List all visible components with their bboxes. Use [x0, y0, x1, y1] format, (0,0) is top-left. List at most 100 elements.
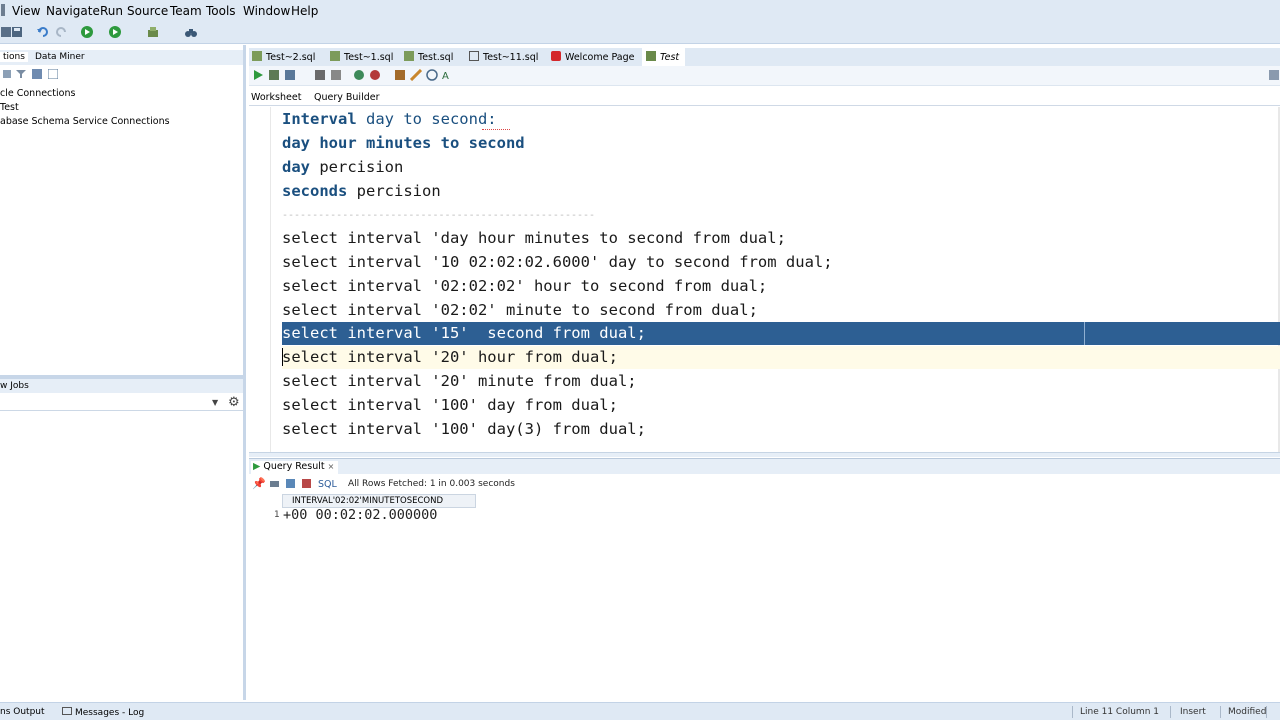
chevron-down-icon[interactable]: ▼	[212, 398, 218, 407]
history-icon[interactable]	[426, 69, 438, 81]
code-line[interactable]: select interval '10 02:02:02.6000' day t…	[282, 251, 833, 274]
code-line-current[interactable]: select interval '20' hour from dual;	[282, 346, 618, 369]
refresh-icon[interactable]	[285, 478, 296, 489]
tab-test-1-sql[interactable]: Test~1.sql	[330, 51, 393, 63]
tab-label: Messages - Log	[75, 708, 145, 718]
code-line[interactable]: select interval '100' day(3) from dual;	[282, 418, 646, 441]
tab-welcome-page[interactable]: Welcome Page	[551, 51, 634, 63]
spell-check-underline	[482, 128, 510, 130]
tab-query-result[interactable]: ▶ Query Result ×	[251, 461, 339, 475]
tree-schema-service-connections[interactable]: abase Schema Service Connections	[0, 116, 170, 127]
code-line[interactable]: select interval 'day hour minutes to sec…	[282, 227, 786, 250]
menu-navigate[interactable]: Navigate	[46, 4, 100, 18]
code-line[interactable]: Interval day to second:	[282, 108, 497, 131]
tab-test-2-sql[interactable]: Test~2.sql	[252, 51, 315, 63]
back-icon[interactable]	[80, 25, 94, 39]
menu-tools[interactable]: Tools	[206, 4, 236, 18]
tree-test-connection[interactable]: Test	[0, 102, 19, 113]
commit-icon[interactable]	[353, 69, 365, 81]
binoculars-icon[interactable]	[184, 25, 198, 39]
undo-icon[interactable]	[36, 25, 50, 39]
sql-file-icon	[330, 51, 340, 61]
menu-team[interactable]: Team	[170, 4, 202, 18]
connections-panel	[0, 45, 246, 700]
tab-connections[interactable]: tions	[0, 52, 28, 62]
redo-icon[interactable]	[54, 25, 68, 39]
collapse-icon[interactable]	[48, 69, 58, 79]
tab-test-11-sql[interactable]: Test~11.sql	[469, 51, 538, 63]
close-icon[interactable]: ×	[328, 462, 335, 471]
menu-window[interactable]: Window	[243, 4, 290, 18]
grid-cell-value[interactable]: +00 00:02:02.000000	[283, 507, 437, 523]
code-line[interactable]: ----------------------------------------…	[282, 204, 595, 227]
explain-plan-icon[interactable]	[314, 69, 326, 81]
tab-label: Test~2.sql	[266, 52, 316, 63]
code-keyword: day	[282, 158, 310, 176]
unshared-sql-icon[interactable]	[394, 69, 406, 81]
print-icon[interactable]	[269, 478, 280, 489]
tab-label: Welcome Page	[565, 52, 635, 63]
tab-query-builder[interactable]: Query Builder	[314, 92, 380, 103]
pin-icon[interactable]: 📌	[252, 477, 266, 490]
insert-mode: Insert	[1180, 707, 1206, 717]
code-line[interactable]: day percision	[282, 156, 403, 179]
worksheet-tabs: Worksheet Query Builder	[249, 88, 1280, 106]
jobs-filter[interactable]: ▼ ⚙	[0, 395, 243, 411]
sql-file-icon	[404, 51, 414, 61]
modified-state: Modified	[1228, 707, 1267, 717]
database-tools-icon[interactable]	[146, 25, 160, 39]
status-separator	[1170, 706, 1171, 718]
code-line[interactable]: select interval '20' minute from dual;	[282, 370, 637, 393]
autotrace-icon[interactable]	[284, 69, 296, 81]
tab-data-miner[interactable]: Data Miner	[35, 52, 85, 62]
status-separator	[1220, 706, 1221, 718]
code-line-selected[interactable]: select interval '15' second from dual;	[282, 322, 646, 345]
grid-column-header[interactable]: INTERVAL'02:02'MINUTETOSECOND	[282, 494, 476, 508]
code-line[interactable]: select interval '02:02' minute to second…	[282, 299, 758, 322]
sql-link[interactable]: SQL	[318, 479, 337, 490]
tab-worksheet[interactable]: Worksheet	[251, 92, 301, 103]
svg-text:A: A	[442, 71, 449, 81]
refresh-icon[interactable]	[2, 69, 12, 79]
row-number: 1	[274, 510, 280, 520]
code-line[interactable]: select interval '100' day from dual;	[282, 394, 618, 417]
menu-edge	[1, 4, 5, 16]
run-statement-icon[interactable]	[252, 69, 264, 81]
sql-tuning-icon[interactable]	[330, 69, 342, 81]
tab-label: Test~11.sql	[483, 52, 539, 63]
menu-bar: View Navigate Run Source Team Tools Wind…	[0, 0, 1280, 22]
tab-test-sql[interactable]: Test.sql	[404, 51, 453, 63]
format-icon[interactable]: A	[442, 69, 454, 81]
clear-icon[interactable]	[410, 69, 422, 81]
tree-oracle-connections[interactable]: cle Connections	[0, 88, 75, 99]
fetch-status: All Rows Fetched: 1 in 0.003 seconds	[348, 479, 515, 489]
menu-run[interactable]: Run	[100, 4, 123, 18]
filter-icon[interactable]	[16, 69, 26, 79]
tab-label: Test	[660, 52, 680, 63]
tab-test-active[interactable]: Test	[642, 48, 686, 66]
cancel-icon[interactable]	[301, 478, 312, 489]
oracle-icon	[551, 51, 561, 61]
menu-help[interactable]: Help	[291, 4, 318, 18]
connection-icon[interactable]	[1269, 70, 1279, 80]
forward-icon[interactable]	[108, 25, 122, 39]
tab-messages-log[interactable]: Messages - Log	[62, 707, 144, 718]
editor-result-splitter[interactable]	[249, 452, 1280, 457]
run-script-icon[interactable]	[268, 69, 280, 81]
schema-icon[interactable]	[32, 69, 42, 79]
result-toolbar: 📌 SQL All Rows Fetched: 1 in 0.003 secon…	[249, 475, 1280, 493]
rollback-icon[interactable]	[369, 69, 381, 81]
code-line[interactable]: select interval '02:02:02' hour to secon…	[282, 275, 767, 298]
menu-view[interactable]: View	[12, 4, 40, 18]
code-line[interactable]: day hour minutes to second	[282, 132, 525, 155]
query-result-tab-bar: ▶ Query Result ×	[249, 458, 1280, 475]
tab-label: Test~1.sql	[344, 52, 394, 63]
code-line[interactable]: seconds percision	[282, 180, 441, 203]
gear-icon[interactable]: ⚙	[228, 395, 240, 410]
menu-source[interactable]: Source	[127, 4, 168, 18]
run-icon: ▶	[253, 461, 261, 472]
main-toolbar	[0, 22, 1280, 44]
line-gutter	[249, 107, 271, 452]
save-icon[interactable]	[10, 25, 24, 39]
tab-script-output[interactable]: ns Output	[0, 707, 45, 717]
